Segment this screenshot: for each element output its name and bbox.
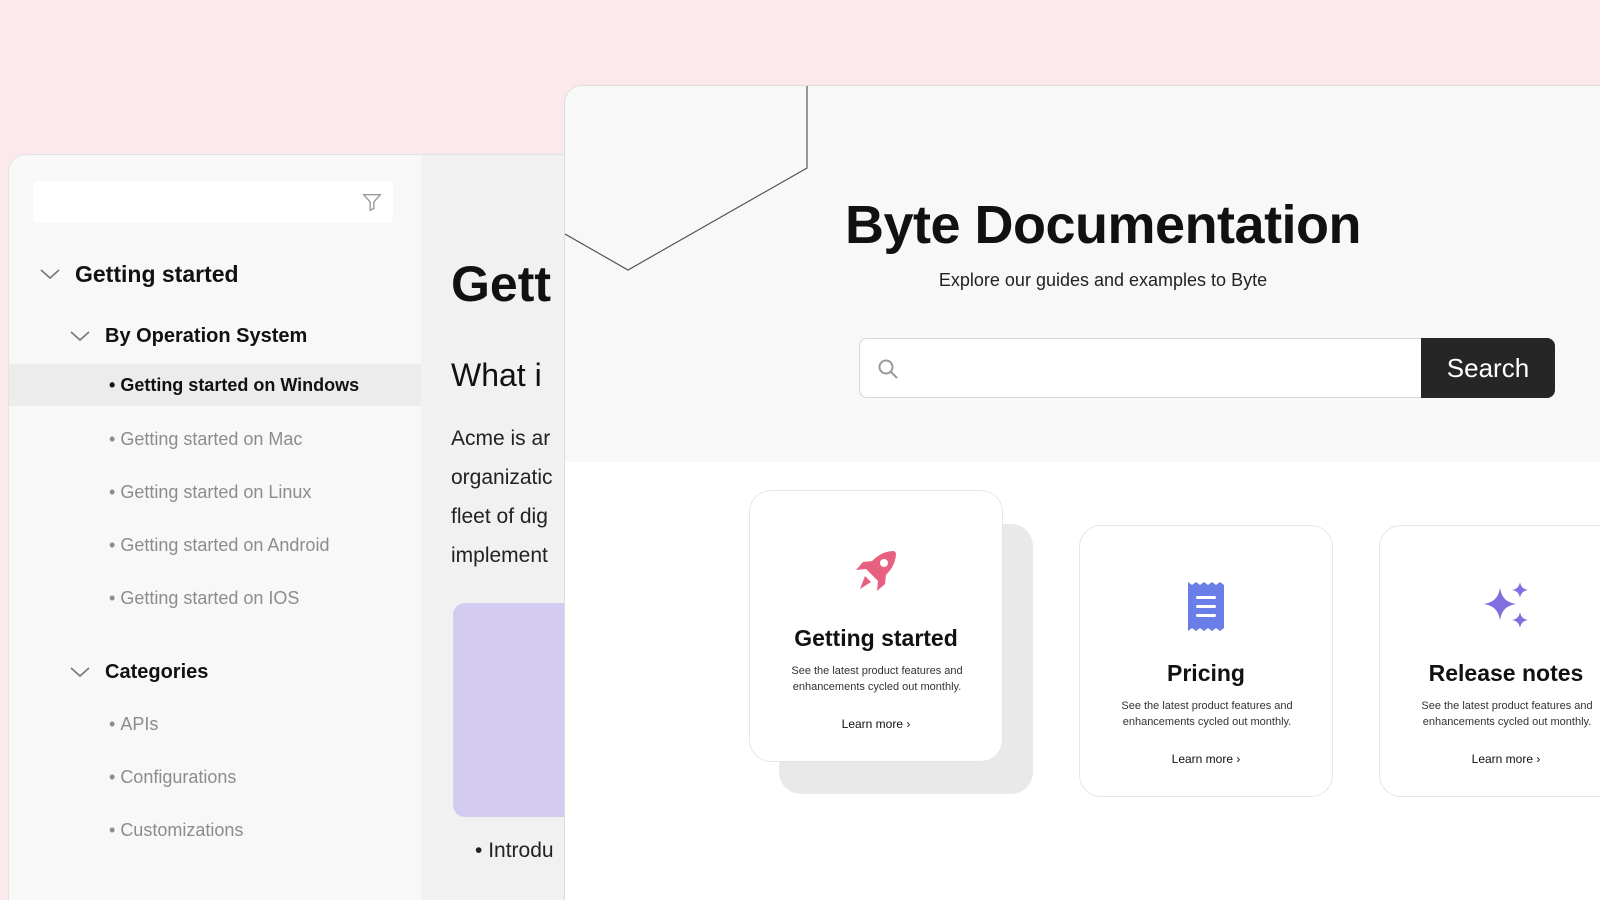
doc-title: Gett: [451, 256, 551, 312]
receipt-icon: [1188, 582, 1224, 631]
bullet: •: [109, 587, 121, 608]
learn-more-link[interactable]: Learn more ›: [750, 717, 1002, 731]
sidebar-item-label: Getting started on Android: [120, 534, 330, 555]
sidebar-item-linux[interactable]: • Getting started on Linux: [109, 478, 421, 506]
sidebar-group-categories[interactable]: Categories: [69, 657, 421, 687]
back-window: Getting started By Operation System • Ge…: [8, 154, 608, 900]
filter-icon[interactable]: [361, 191, 383, 213]
sidebar-item-label: Getting started on Mac: [120, 428, 303, 449]
bullet: •: [109, 713, 121, 734]
card-icon-wrap: [1080, 578, 1332, 634]
sidebar-item-android[interactable]: • Getting started on Android: [109, 531, 421, 559]
card-title: Pricing: [1167, 660, 1245, 686]
sidebar-group-label: By Operation System: [105, 324, 308, 347]
filter-input[interactable]: [33, 181, 393, 223]
sidebar-group-label: Getting started: [75, 260, 239, 287]
bullet: •: [109, 374, 121, 395]
chevron-right-icon: ›: [906, 717, 911, 731]
chevron-down-icon: [70, 667, 90, 678]
doc-paragraph-line: fleet of dig: [451, 505, 548, 528]
sidebar-item-label: Getting started on IOS: [120, 587, 300, 608]
card-release-notes[interactable]: Release notes See the latest product fea…: [1379, 525, 1600, 797]
sidebar-item-windows[interactable]: • Getting started on Windows: [9, 364, 421, 406]
chevron-down-icon: [70, 331, 90, 342]
docs-sidebar: Getting started By Operation System • Ge…: [9, 155, 421, 900]
card-description: See the latest product features and enha…: [1121, 700, 1293, 728]
sidebar-group-getting-started[interactable]: Getting started: [39, 257, 421, 291]
bullet: •: [109, 766, 121, 787]
sidebar-item-label: Configurations: [120, 766, 237, 787]
sparkles-icon: [1484, 582, 1528, 628]
card-icon-wrap: [750, 543, 1002, 599]
learn-more-link[interactable]: Learn more ›: [1380, 752, 1600, 766]
learn-more-label: Learn more: [1171, 752, 1234, 766]
doc-paragraph-line: Acme is ar: [451, 427, 551, 450]
chevron-right-icon: ›: [1236, 752, 1241, 766]
card-title: Getting started: [794, 625, 958, 651]
rocket-icon: [856, 551, 896, 591]
sidebar-item-label: Getting started on Linux: [120, 481, 312, 502]
sidebar-item-mac[interactable]: • Getting started on Mac: [109, 425, 421, 453]
doc-list-item: • Introdu: [475, 839, 554, 862]
learn-more-label: Learn more: [841, 717, 904, 731]
search-button[interactable]: Search: [1421, 338, 1555, 398]
search-box: [859, 338, 1423, 398]
sidebar-item-configurations[interactable]: • Configurations: [109, 763, 421, 791]
doc-paragraph-line: organizatic: [451, 466, 553, 489]
card-description: See the latest product features and enha…: [791, 665, 963, 693]
sidebar-group-by-os[interactable]: By Operation System: [69, 321, 421, 351]
sidebar-item-customizations[interactable]: • Customizations: [109, 816, 421, 844]
sidebar-item-apis[interactable]: • APIs: [109, 710, 421, 738]
bullet: •: [109, 481, 121, 502]
sidebar-item-label: APIs: [120, 713, 159, 734]
bullet: •: [109, 534, 121, 555]
learn-more-label: Learn more: [1471, 752, 1534, 766]
card-icon-wrap: [1380, 578, 1600, 634]
bullet: •: [109, 428, 121, 449]
card-pricing[interactable]: Pricing See the latest product features …: [1079, 525, 1333, 797]
page-title: Byte Documentation: [844, 195, 1362, 255]
chevron-right-icon: ›: [1536, 752, 1541, 766]
card-title: Release notes: [1428, 660, 1584, 686]
doc-paragraph-line: implement: [451, 544, 548, 567]
doc-subtitle: What i: [451, 357, 542, 393]
sidebar-item-label: Customizations: [120, 819, 244, 840]
doc-list-item-label: Introdu: [488, 839, 554, 862]
search-icon: [878, 359, 898, 379]
card-description: See the latest product features and enha…: [1421, 700, 1593, 728]
chevron-down-icon: [40, 269, 60, 280]
bullet: •: [109, 819, 121, 840]
learn-more-link[interactable]: Learn more ›: [1080, 752, 1332, 766]
hero-section: Byte Documentation Explore our guides an…: [565, 86, 1600, 462]
sidebar-item-label: Getting started on Windows: [120, 374, 360, 395]
search-input[interactable]: [916, 349, 1406, 389]
sidebar-group-label: Categories: [105, 660, 209, 683]
page-subtitle: Explore our guides and examples to Byte: [938, 270, 1268, 290]
sidebar-item-ios[interactable]: • Getting started on IOS: [109, 584, 421, 612]
front-window: Byte Documentation Explore our guides an…: [564, 85, 1600, 900]
card-getting-started[interactable]: Getting started See the latest product f…: [749, 490, 1003, 762]
